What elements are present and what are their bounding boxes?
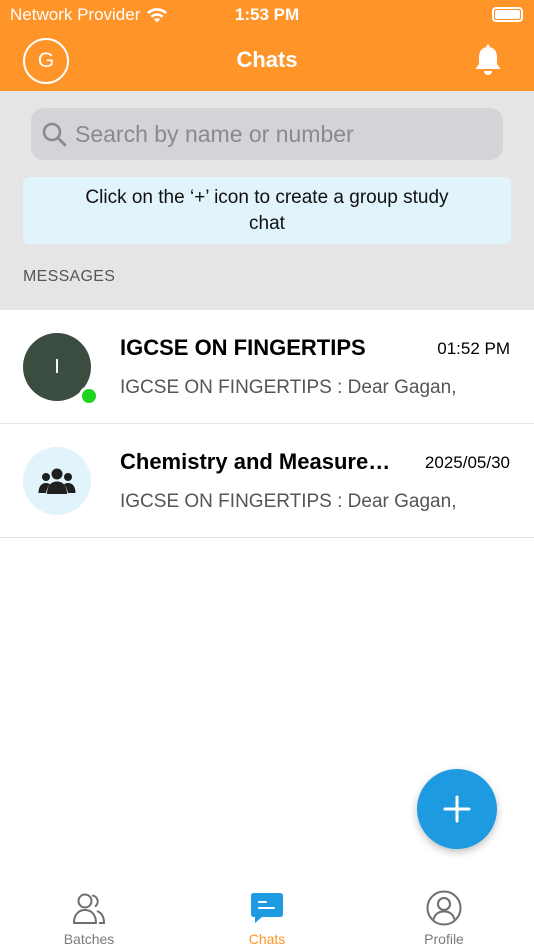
- plus-icon: [443, 795, 471, 823]
- search-input[interactable]: [75, 120, 475, 148]
- group-icon: [38, 468, 76, 494]
- batches-icon: [71, 890, 107, 926]
- bell-icon[interactable]: [472, 44, 504, 78]
- chat-name: Chemistry and Measurements: [120, 449, 402, 474]
- info-banner: Click on the ‘+’ icon to create a group …: [23, 177, 511, 244]
- tab-profile[interactable]: Profile: [379, 878, 509, 950]
- status-bar: Network Provider 1:53 PM: [0, 0, 534, 30]
- app-header: Network Provider 1:53 PM G Chats: [0, 0, 534, 91]
- chats-icon: [249, 890, 285, 926]
- tab-chats[interactable]: Chats: [202, 878, 332, 950]
- chat-preview: IGCSE ON FINGERTIPS : Dear Gagan,: [120, 491, 457, 512]
- tab-label: Chats: [248, 931, 286, 947]
- section-label-messages: MESSAGES: [23, 268, 116, 285]
- profile-icon: [426, 890, 462, 926]
- tab-batches[interactable]: Batches: [24, 878, 154, 950]
- user-avatar-button[interactable]: G: [23, 38, 69, 84]
- chat-timestamp: 01:52 PM: [437, 339, 510, 358]
- create-group-button[interactable]: [417, 769, 497, 849]
- search-icon: [42, 122, 67, 147]
- tab-bar: Batches Chats Profile: [0, 878, 534, 950]
- chat-avatar: [23, 447, 91, 515]
- chat-list-item[interactable]: Chemistry and Measurements 2025/05/30 IG…: [0, 424, 534, 538]
- battery-icon: [492, 7, 523, 22]
- search-bar[interactable]: [31, 108, 503, 160]
- tab-label: Profile: [424, 931, 464, 947]
- online-status-dot: [79, 386, 99, 406]
- chat-preview: IGCSE ON FINGERTIPS : Dear Gagan,: [120, 377, 457, 398]
- chat-timestamp: 2025/05/30: [424, 453, 510, 472]
- page-title: Chats: [236, 47, 298, 72]
- chat-name: IGCSE ON FINGERTIPS: [120, 335, 366, 360]
- chat-list-item[interactable]: I IGCSE ON FINGERTIPS 01:52 PM IGCSE ON …: [0, 310, 534, 424]
- tab-label: Batches: [63, 931, 115, 947]
- status-time: 1:53 PM: [234, 5, 300, 24]
